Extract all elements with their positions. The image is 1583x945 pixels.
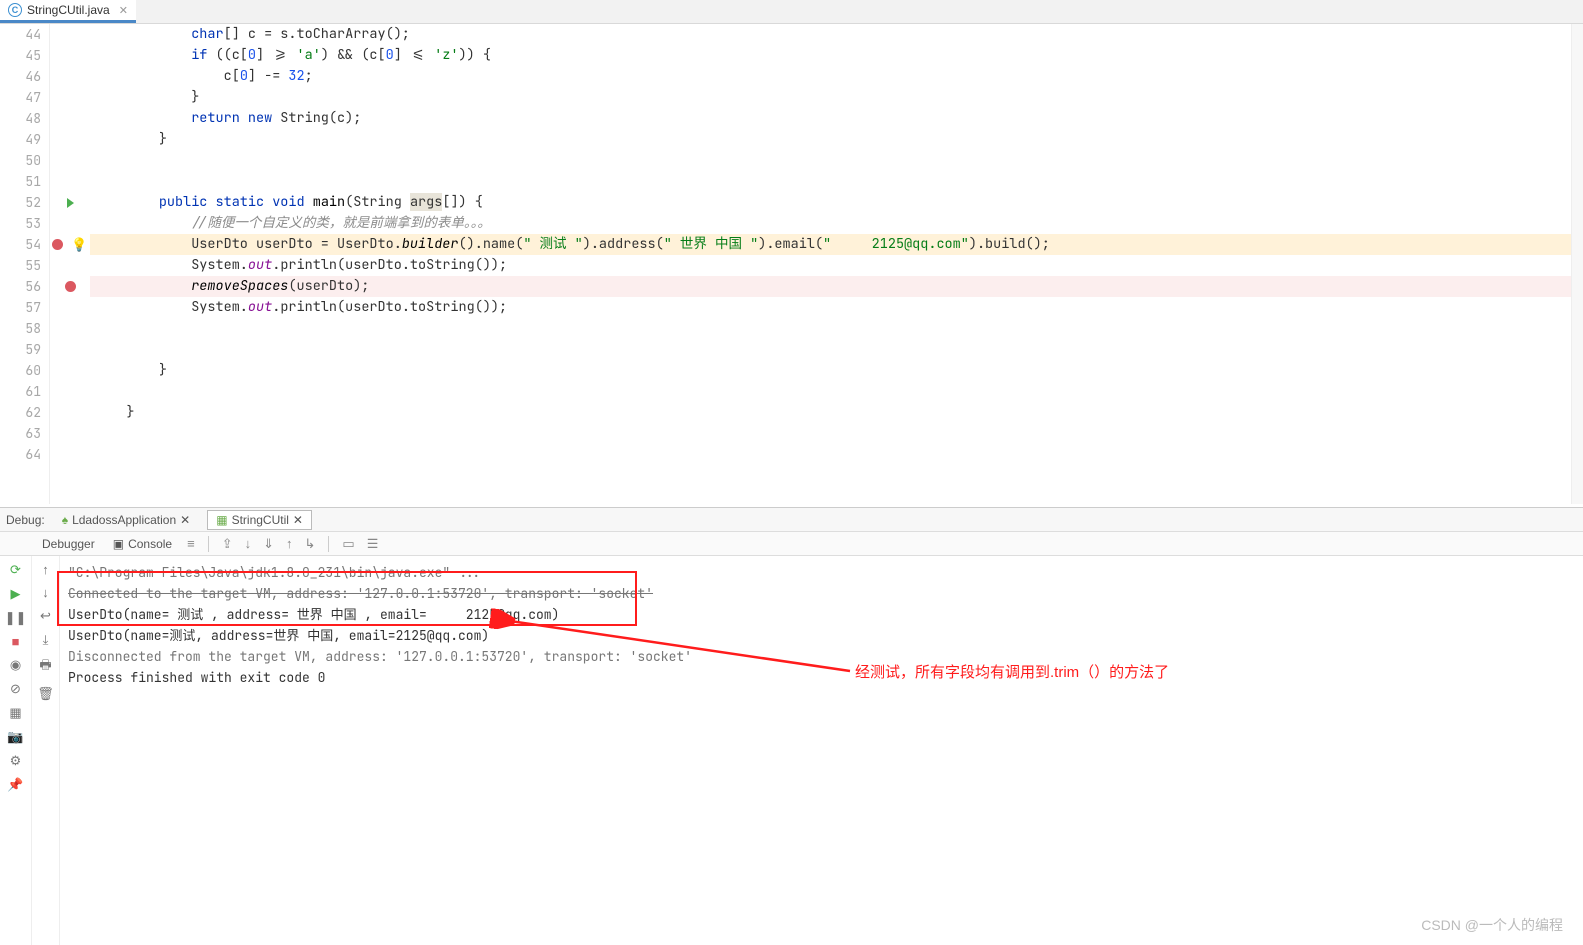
line-number: 51: [0, 171, 49, 192]
line-number: 57: [0, 297, 49, 318]
line-number-gutter: 44 45 46 47 48 49 50 51 52 53 54 55 56 5…: [0, 24, 50, 504]
line-number: 59: [0, 339, 49, 360]
debug-toolbar: Debugger ▣Console ≡ ⇪ ↓ ⇓ ↑ ↳ ▭ ☰: [0, 532, 1583, 556]
debug-left-rail: ⟳ ▶ ❚❚ ■ ◉ ⊘ ▦ 📷 ⚙ 📌: [0, 556, 32, 945]
line-number: 47: [0, 87, 49, 108]
line-number: 62: [0, 402, 49, 423]
debug-config-tab[interactable]: ♠LdadossApplication✕: [53, 510, 200, 530]
mute-breakpoints-icon[interactable]: ⊘: [10, 681, 21, 697]
settings-icon[interactable]: ⚙: [10, 753, 22, 769]
step-over-icon[interactable]: ⇪: [219, 536, 236, 552]
down-icon[interactable]: ↓: [42, 585, 49, 600]
annotation-arrow: [60, 556, 960, 756]
line-number: 45: [0, 45, 49, 66]
line-number: 58: [0, 318, 49, 339]
line-number: 50: [0, 150, 49, 171]
run-to-cursor-icon[interactable]: ↳: [302, 536, 319, 552]
code-editor[interactable]: 44 45 46 47 48 49 50 51 52 53 54 55 56 5…: [0, 24, 1583, 504]
editor-overview-ruler[interactable]: [1571, 24, 1583, 504]
line-number: 61: [0, 381, 49, 402]
tab-filename: StringCUtil.java: [27, 3, 110, 17]
more-icon[interactable]: ☰: [364, 536, 382, 552]
clear-icon[interactable]: 🗑: [37, 686, 54, 702]
debug-body: ⟳ ▶ ❚❚ ■ ◉ ⊘ ▦ 📷 ⚙ 📌 ↑ ↓ ↩ ⤓ 🖶 🗑 "C:\Pro…: [0, 556, 1583, 945]
close-icon[interactable]: ✕: [180, 513, 190, 527]
camera-icon[interactable]: 📷: [7, 729, 23, 745]
debug-header: Debug: ♠LdadossApplication✕ ▦StringCUtil…: [0, 508, 1583, 532]
view-breakpoints-icon[interactable]: ◉: [10, 657, 21, 673]
console-output[interactable]: "C:\Program Files\Java\jdk1.8.0_231\bin\…: [60, 556, 1583, 945]
breakpoint-icon[interactable]: [65, 281, 76, 292]
line-number: 49: [0, 129, 49, 150]
close-icon[interactable]: ✕: [119, 4, 128, 17]
pause-icon[interactable]: ❚❚: [5, 610, 27, 626]
rerun-icon[interactable]: ⟳: [10, 562, 21, 578]
threads-icon[interactable]: ≡: [184, 536, 198, 551]
pin-icon[interactable]: 📌: [7, 777, 23, 793]
line-number: 60: [0, 360, 49, 381]
print-icon[interactable]: 🖶: [39, 656, 51, 678]
app-icon: ▦: [216, 513, 227, 527]
console-icon: ▣: [113, 537, 124, 551]
scroll-end-icon[interactable]: ⤓: [43, 632, 49, 648]
line-number: 55: [0, 255, 49, 276]
line-number: 54: [0, 234, 49, 255]
evaluate-icon[interactable]: ▭: [339, 536, 357, 552]
soft-wrap-icon[interactable]: ↩: [40, 608, 51, 624]
up-icon[interactable]: ↑: [42, 562, 49, 577]
file-tab[interactable]: C StringCUtil.java ✕: [0, 0, 136, 23]
java-class-icon: C: [8, 3, 22, 17]
line-number: 48: [0, 108, 49, 129]
code-text-area[interactable]: char[] c = s.toCharArray(); if ((c[0] >=…: [90, 24, 1583, 504]
console-left-rail: ↑ ↓ ↩ ⤓ 🖶 🗑: [32, 556, 60, 945]
console-tab[interactable]: ▣Console: [107, 535, 178, 553]
intention-bulb-icon[interactable]: 💡: [71, 237, 87, 253]
line-number: 52: [0, 192, 49, 213]
debugger-tab[interactable]: Debugger: [36, 535, 101, 553]
watermark: CSDN @一个人的编程: [1421, 915, 1563, 935]
annotation-text: 经测试，所有字段均有调用到.trim（）的方法了: [855, 662, 1169, 683]
layout-icon[interactable]: ▦: [9, 705, 21, 721]
debug-panel: Debug: ♠LdadossApplication✕ ▦StringCUtil…: [0, 507, 1583, 945]
stop-icon[interactable]: ■: [12, 634, 20, 649]
line-number: 63: [0, 423, 49, 444]
marker-gutter: 💡: [50, 24, 90, 504]
force-step-icon[interactable]: ⇓: [260, 536, 277, 552]
spring-icon: ♠: [62, 513, 68, 527]
breakpoint-icon[interactable]: [52, 239, 63, 250]
step-out-icon[interactable]: ↑: [283, 536, 296, 551]
close-icon[interactable]: ✕: [293, 513, 303, 527]
editor-tab-bar: C StringCUtil.java ✕: [0, 0, 1583, 24]
step-into-icon[interactable]: ↓: [242, 536, 255, 551]
debug-label: Debug:: [6, 513, 45, 527]
line-number: 56: [0, 276, 49, 297]
line-number: 44: [0, 24, 49, 45]
debug-config-tab-active[interactable]: ▦StringCUtil✕: [207, 510, 312, 530]
resume-icon[interactable]: ▶: [11, 586, 21, 602]
line-number: 53: [0, 213, 49, 234]
line-number: 64: [0, 444, 49, 465]
run-gutter-icon[interactable]: [67, 198, 74, 208]
line-number: 46: [0, 66, 49, 87]
